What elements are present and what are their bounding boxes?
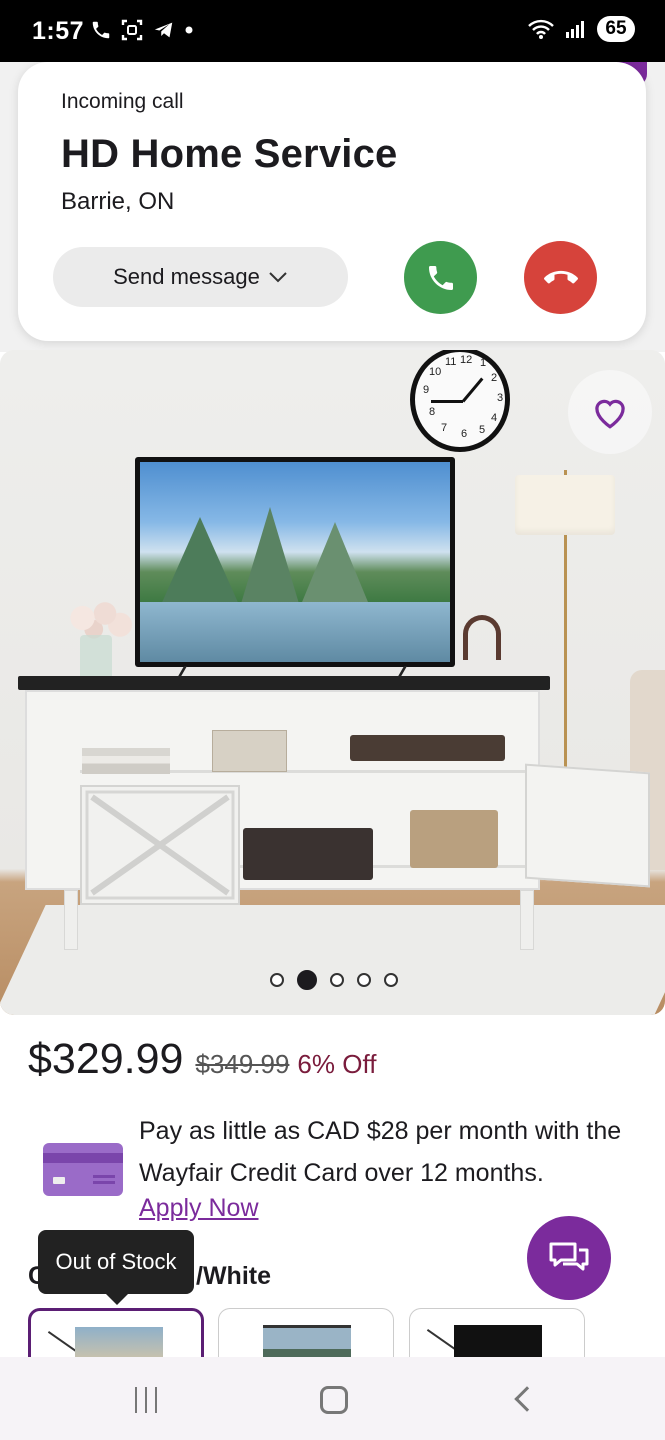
original-price: $349.99 — [195, 1049, 290, 1079]
wifi-icon — [528, 19, 554, 39]
tv-mountain — [300, 522, 370, 607]
battery-icon: 65 — [597, 16, 635, 42]
tv — [135, 457, 455, 667]
clock-number: 10 — [429, 366, 442, 378]
rug — [0, 905, 665, 1015]
barn-door-x — [85, 790, 235, 900]
telegram-icon — [154, 22, 173, 38]
tooltip-arrow — [104, 1292, 130, 1305]
phone-accept-icon — [428, 265, 453, 290]
headphones — [463, 615, 501, 660]
speaker-radio — [243, 828, 373, 880]
card-chip — [53, 1177, 65, 1184]
stand-leg — [520, 890, 534, 950]
clock-number: 5 — [479, 424, 486, 436]
wall-clock: 11 12 1 10 2 9 3 8 4 7 6 5 — [410, 350, 510, 452]
stand-door-left — [80, 785, 240, 905]
send-message-button[interactable]: Send message — [53, 247, 348, 307]
carousel-dot-active[interactable] — [297, 970, 317, 990]
system-nav-bar — [0, 1357, 665, 1440]
caller-location: Barrie, ON — [61, 188, 175, 215]
price-row: $329.99 $349.99 6% Off — [28, 1035, 376, 1084]
clock-number: 11 — [445, 356, 457, 368]
stand-leg — [64, 890, 78, 950]
carousel-dot[interactable] — [384, 973, 398, 987]
heart-icon — [595, 399, 625, 429]
card-lines — [93, 1175, 115, 1178]
tv-stand-top — [18, 676, 550, 690]
status-system-icons: 65 — [527, 16, 635, 42]
carousel-dot[interactable] — [357, 973, 371, 987]
home-icon[interactable] — [320, 1386, 348, 1414]
tv-mountain — [240, 507, 300, 607]
audio-receiver — [350, 735, 505, 761]
clock-minute-hand — [461, 377, 484, 403]
favorite-button[interactable] — [568, 370, 652, 454]
lamp-shade — [515, 475, 615, 535]
phone-decline-icon — [543, 270, 578, 283]
status-time: 1:57 — [32, 17, 85, 45]
carousel-dots — [270, 970, 398, 990]
carousel-dot[interactable] — [270, 973, 284, 987]
clock-number: 1 — [480, 357, 487, 369]
clock-number: 9 — [423, 384, 430, 396]
accept-call-button[interactable] — [404, 241, 477, 314]
status-notification-icons — [90, 18, 194, 42]
storage-box — [212, 730, 287, 772]
stand-door-right — [525, 763, 650, 888]
credit-promo-text: Pay as little as CAD $28 per month with … — [139, 1117, 622, 1187]
card-stripe — [43, 1153, 123, 1163]
discount-label: 6% Off — [297, 1049, 377, 1079]
basket — [410, 810, 498, 868]
clock-number: 8 — [429, 406, 436, 418]
incoming-call-card[interactable]: Incoming call HD Home Service Barrie, ON… — [18, 62, 646, 341]
tv-water — [140, 602, 450, 662]
clock-number: 3 — [497, 392, 504, 404]
decline-call-button[interactable] — [524, 241, 597, 314]
caller-name: HD Home Service — [61, 132, 398, 176]
product-image-carousel[interactable]: 11 12 1 10 2 9 3 8 4 7 6 5 — [0, 350, 665, 1015]
status-bar: 1:57 65 — [0, 0, 665, 62]
phone-icon — [92, 21, 110, 39]
chevron-down-icon — [269, 272, 287, 283]
clock-number: 4 — [491, 412, 498, 424]
clock-hour-hand — [431, 400, 463, 403]
chat-icon — [549, 1242, 589, 1271]
call-label: Incoming call — [61, 90, 184, 113]
tv-screen — [140, 462, 450, 662]
back-icon[interactable] — [514, 1386, 540, 1412]
clock-number: 6 — [461, 428, 468, 440]
apply-now-link[interactable]: Apply Now — [139, 1194, 259, 1223]
clock-number: 2 — [491, 372, 498, 384]
recent-apps-icon[interactable] — [135, 1387, 157, 1413]
clock-number: 12 — [460, 354, 473, 366]
out-of-stock-tooltip: Out of Stock — [38, 1230, 194, 1294]
signal-icon — [566, 21, 584, 38]
tv-mountain — [160, 517, 240, 607]
send-message-label: Send message — [113, 264, 260, 289]
chat-button[interactable] — [527, 1216, 611, 1300]
clock-number: 7 — [441, 422, 448, 434]
option-value: /White — [196, 1262, 271, 1290]
credit-card-icon — [43, 1143, 123, 1196]
dot-icon — [185, 26, 193, 34]
carousel-dot[interactable] — [330, 973, 344, 987]
sale-price: $329.99 — [28, 1035, 184, 1083]
books — [82, 748, 170, 774]
screenshot-icon — [121, 19, 143, 41]
